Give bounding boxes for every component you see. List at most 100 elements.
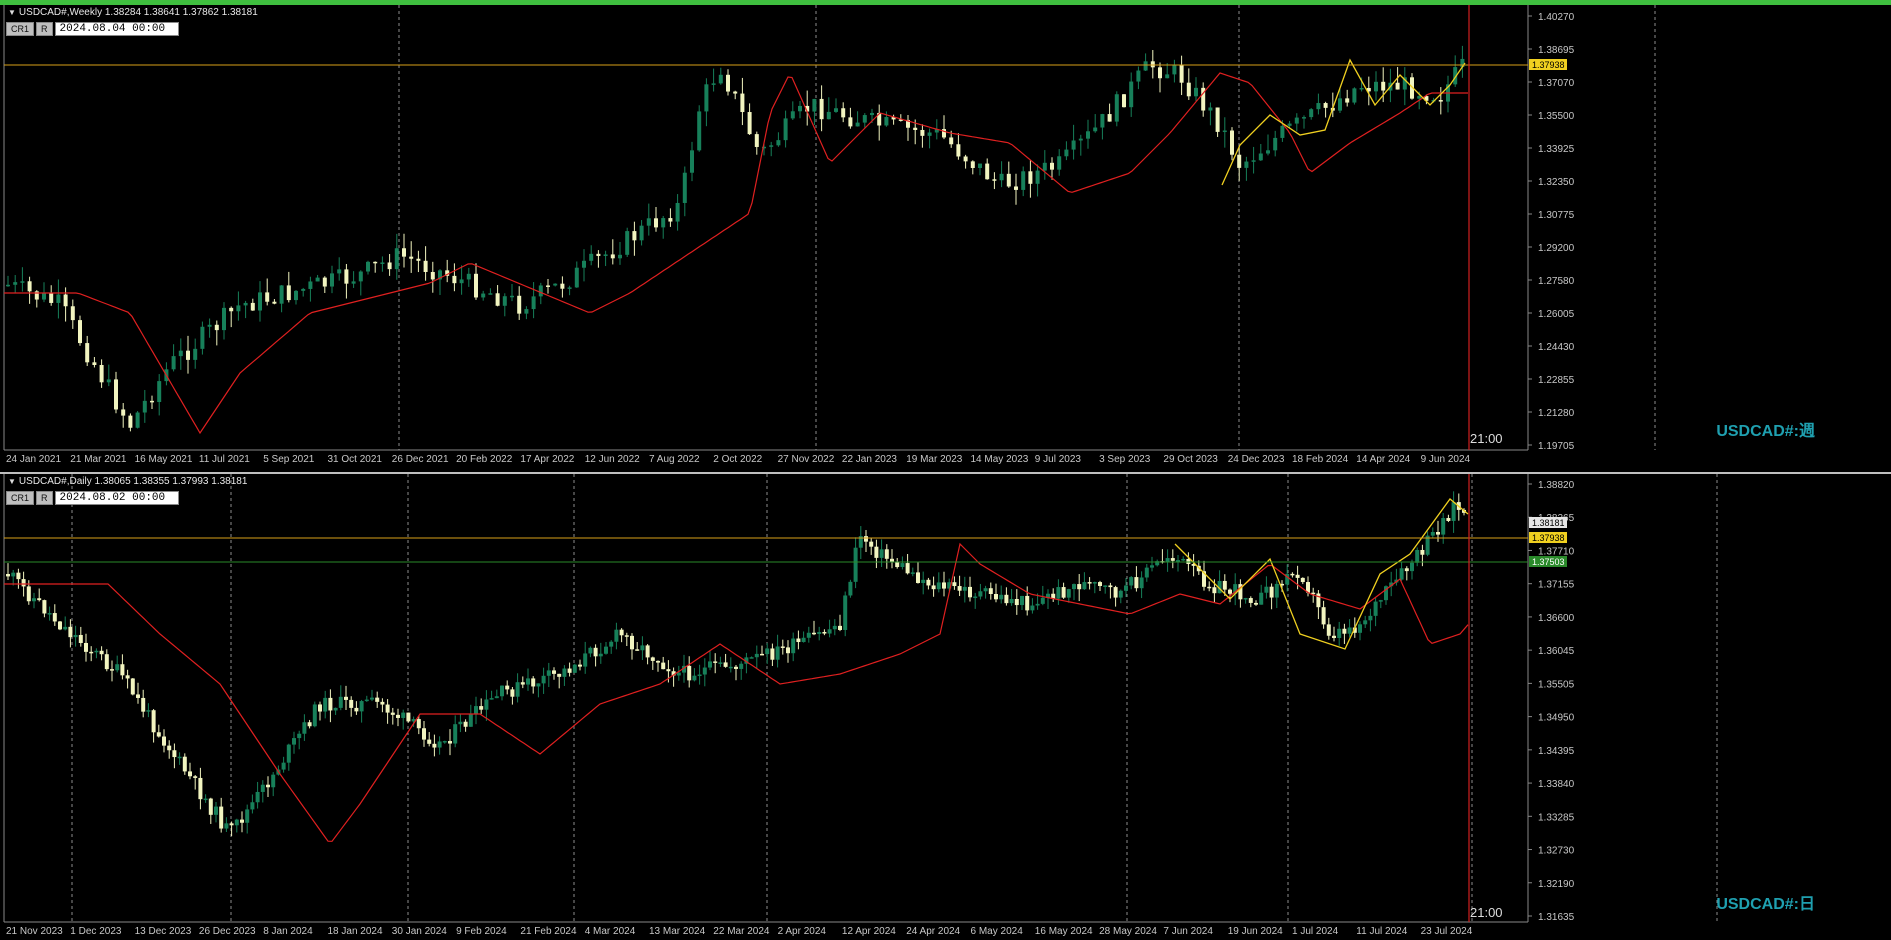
candle-body — [801, 637, 806, 643]
candle-body — [1009, 599, 1014, 604]
candle-body — [1215, 107, 1220, 132]
candle-body — [1098, 582, 1102, 586]
candle-body — [265, 292, 270, 302]
candle-body — [598, 653, 603, 657]
candle-body — [770, 648, 775, 660]
candle-body — [234, 819, 239, 826]
candle-body — [645, 645, 650, 658]
daily-chart-canvas[interactable]: 1.388201.382651.377101.371551.366001.360… — [0, 474, 1891, 940]
candle-body — [1280, 125, 1285, 138]
candle-body — [505, 685, 510, 690]
candle-body — [1006, 173, 1011, 187]
weekly-chart-header: ▼ USDCAD#,Weekly 1.38284 1.38641 1.37862 … — [8, 7, 258, 18]
candle-body — [531, 296, 536, 310]
candle-body — [775, 646, 780, 660]
candle-body — [437, 741, 442, 748]
candle-body — [1237, 154, 1242, 168]
candle-body — [128, 415, 133, 428]
date-tick-label: 21 Mar 2021 — [70, 454, 127, 465]
candle-body — [6, 574, 10, 577]
candle-body — [582, 260, 586, 268]
candle-body — [344, 269, 349, 284]
candle-body — [358, 271, 363, 282]
candle-body — [89, 651, 94, 654]
candle-body — [272, 301, 277, 304]
candle-body — [1165, 74, 1170, 79]
candle-body — [177, 756, 182, 759]
candle-body — [1170, 558, 1175, 561]
candle-body — [515, 682, 520, 697]
weekly-cr1-button[interactable]: CR1 — [6, 22, 35, 36]
candle-body — [578, 664, 582, 667]
candle-body — [704, 84, 709, 112]
date-tick-label: 24 Jan 2021 — [6, 454, 61, 465]
candle-body — [517, 295, 522, 314]
candle-body — [1290, 573, 1295, 576]
candle-body — [110, 669, 114, 671]
candle-body — [999, 173, 1004, 181]
date-tick-label: 21 Feb 2024 — [520, 926, 577, 937]
weekly-r-button[interactable]: R — [36, 22, 53, 36]
candle-body — [193, 776, 198, 778]
candle-body — [474, 706, 478, 715]
candle-body — [1441, 518, 1446, 535]
candle-body — [32, 598, 36, 602]
candle-body — [481, 293, 486, 298]
candle-body — [1228, 589, 1232, 594]
candle-body — [625, 231, 630, 255]
candle-body — [1042, 162, 1047, 171]
daily-r-button[interactable]: R — [36, 491, 53, 505]
candle-body — [1040, 597, 1045, 604]
candle-body — [583, 653, 588, 667]
candle-body — [574, 267, 579, 288]
candle-body — [718, 662, 723, 664]
candle-body — [229, 823, 234, 826]
daily-date-field[interactable]: 2024.08.02 00:00 — [54, 491, 179, 505]
candle-body — [916, 572, 920, 584]
candle-body — [1420, 549, 1425, 555]
collapse-triangle-icon[interactable]: ▼ — [8, 8, 16, 17]
candle-body — [572, 664, 577, 673]
weekly-chart-pane[interactable]: 1.40270 1.38695 1.37070 1.35500 1.33925 1.323… — [0, 0, 1891, 470]
candle-body — [157, 381, 162, 403]
candle-body — [1165, 558, 1170, 562]
candle-body — [983, 588, 988, 592]
daily-current-price-line-label: 1.38181 — [1532, 518, 1565, 528]
candle-body — [654, 218, 658, 228]
candle-body — [142, 400, 147, 413]
weekly-date-field[interactable]: 2024.08.04 00:00 — [54, 22, 179, 36]
candle-body — [338, 696, 343, 708]
candle-body — [318, 704, 322, 712]
candlestick-series — [6, 491, 1466, 837]
date-tick-label: 22 Jan 2023 — [842, 454, 897, 465]
candle-body — [739, 663, 744, 669]
weekly-chart-canvas[interactable]: 1.40270 1.38695 1.37070 1.35500 1.33925 1.323… — [0, 5, 1891, 470]
candle-body — [380, 262, 385, 264]
candle-body — [690, 150, 694, 173]
daily-cr1-button[interactable]: CR1 — [6, 491, 35, 505]
candle-body — [806, 632, 811, 638]
candle-body — [1056, 587, 1061, 599]
candle-body — [328, 697, 333, 711]
candle-body — [832, 625, 837, 630]
candle-body — [697, 674, 702, 677]
price-tick-label: 1.38820 — [1538, 480, 1575, 491]
price-tick-label: 1.31635 — [1538, 912, 1575, 923]
candle-body — [448, 741, 452, 744]
candle-body — [640, 645, 645, 651]
daily-chart-pane[interactable]: 1.388201.382651.377101.371551.366001.360… — [0, 472, 1891, 940]
date-tick-label: 21 Nov 2023 — [6, 926, 63, 937]
candle-body — [442, 741, 447, 743]
date-tick-label: 13 Mar 2024 — [649, 926, 706, 937]
candle-body — [936, 582, 941, 590]
candle-body — [1129, 81, 1134, 108]
candle-body — [1269, 586, 1274, 598]
candle-body — [963, 156, 968, 162]
date-tick-label: 27 Nov 2022 — [778, 454, 835, 465]
candle-body — [1087, 582, 1092, 584]
candle-body — [723, 662, 728, 667]
candle-body — [1093, 127, 1098, 132]
date-tick-label: 3 Sep 2023 — [1099, 454, 1151, 465]
collapse-triangle-icon[interactable]: ▼ — [8, 477, 16, 486]
candle-body — [900, 563, 905, 568]
